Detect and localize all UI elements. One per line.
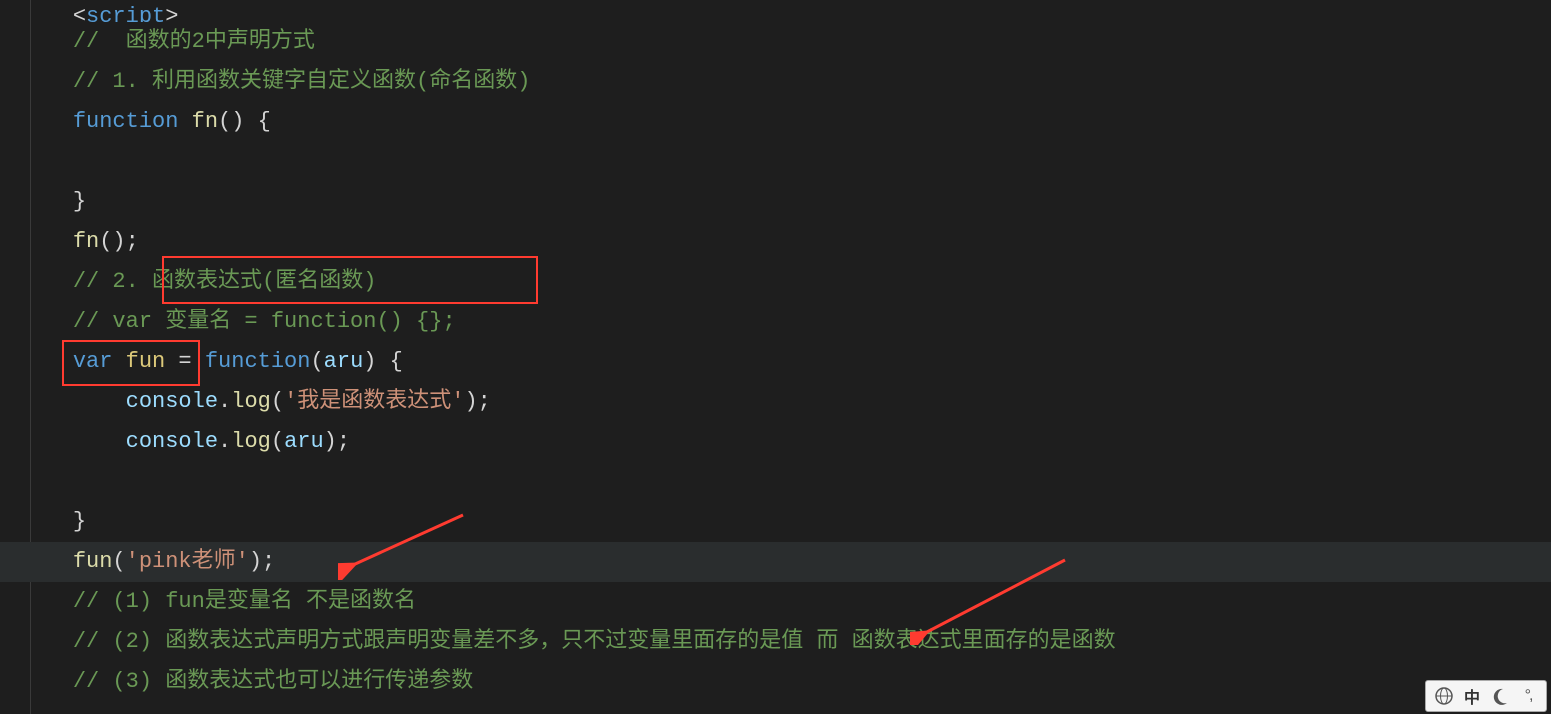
arg-aru: aru: [284, 429, 324, 454]
code-line: }: [0, 502, 1551, 542]
ime-toolbar[interactable]: 中 °,: [1425, 680, 1547, 712]
code-line: function fn() {: [0, 102, 1551, 142]
code-line: console.log('我是函数表达式');: [0, 382, 1551, 422]
keyword-function: function: [73, 109, 179, 134]
code-line: fn();: [0, 222, 1551, 262]
paren-open: (: [112, 549, 125, 574]
more-icon[interactable]: °,: [1516, 684, 1540, 708]
parens: (): [218, 109, 244, 134]
string-literal: 'pink老师': [126, 549, 249, 574]
comment: // (3) 函数表达式也可以进行传递参数: [73, 669, 473, 694]
moon-icon[interactable]: [1488, 684, 1512, 708]
code-line: var fun = function(aru) {: [0, 342, 1551, 382]
script-tag: script: [86, 4, 165, 22]
paren-open: (: [310, 349, 323, 374]
tag-bracket: <: [73, 4, 86, 22]
paren-open: (: [271, 429, 284, 454]
function-name-fn: fn: [192, 109, 218, 134]
tag-bracket: >: [165, 4, 178, 22]
call-fn: fn: [73, 229, 99, 254]
ime-language[interactable]: 中: [1460, 684, 1484, 708]
paren-close: );: [464, 389, 490, 414]
console: console: [126, 389, 218, 414]
log: log: [231, 429, 271, 454]
dot: .: [218, 389, 231, 414]
code-line: // 2. 函数表达式(匿名函数): [0, 262, 1551, 302]
code-line: }: [0, 182, 1551, 222]
code-line: // 1. 利用函数关键字自定义函数(命名函数): [0, 62, 1551, 102]
comment-boxed: 函数表达式(匿名函数): [152, 269, 376, 294]
keyword-var: var: [73, 349, 113, 374]
code-line: // (2) 函数表达式声明方式跟声明变量差不多，只不过变量里面存的是值 而 函…: [0, 622, 1551, 662]
brace-close: }: [73, 509, 86, 534]
comment: // 1. 利用函数关键字自定义函数(命名函数): [73, 69, 531, 94]
paren-close: );: [324, 429, 350, 454]
equals: =: [165, 349, 205, 374]
keyword-function: function: [205, 349, 311, 374]
dot: .: [218, 429, 231, 454]
comment-prefix: // 2.: [73, 269, 152, 294]
code-line: console.log(aru);: [0, 422, 1551, 462]
call-fun: fun: [73, 549, 113, 574]
brace-open: {: [376, 349, 402, 374]
code-line: // (1) fun是变量名 不是函数名: [0, 582, 1551, 622]
code-line: // 函数的2中声明方式: [0, 22, 1551, 62]
console: console: [126, 429, 218, 454]
comment: // 函数的2中声明方式: [73, 29, 315, 54]
parens: ();: [99, 229, 139, 254]
param-aru: aru: [324, 349, 364, 374]
comment: // var 变量名 = function() {};: [73, 309, 456, 334]
code-line: // (3) 函数表达式也可以进行传递参数: [0, 662, 1551, 702]
code-line: // var 变量名 = function() {};: [0, 302, 1551, 342]
string-literal: '我是函数表达式': [284, 389, 464, 414]
identifier-fun: fun: [126, 349, 166, 374]
code-line: <script>: [0, 2, 1551, 22]
brace-close: }: [73, 189, 86, 214]
code-line-current: fun('pink老师');: [0, 542, 1551, 582]
code-line: [0, 142, 1551, 182]
code-editor[interactable]: <script> // 函数的2中声明方式 // 1. 利用函数关键字自定义函数…: [0, 0, 1551, 714]
globe-icon[interactable]: [1432, 684, 1456, 708]
paren-close: ): [363, 349, 376, 374]
comment: // (1) fun是变量名 不是函数名: [73, 589, 416, 614]
log: log: [231, 389, 271, 414]
comment: // (2) 函数表达式声明方式跟声明变量差不多，只不过变量里面存的是值 而 函…: [73, 629, 1116, 654]
paren-close: );: [249, 549, 275, 574]
code-line: [0, 462, 1551, 502]
paren-open: (: [271, 389, 284, 414]
brace-open: {: [244, 109, 270, 134]
